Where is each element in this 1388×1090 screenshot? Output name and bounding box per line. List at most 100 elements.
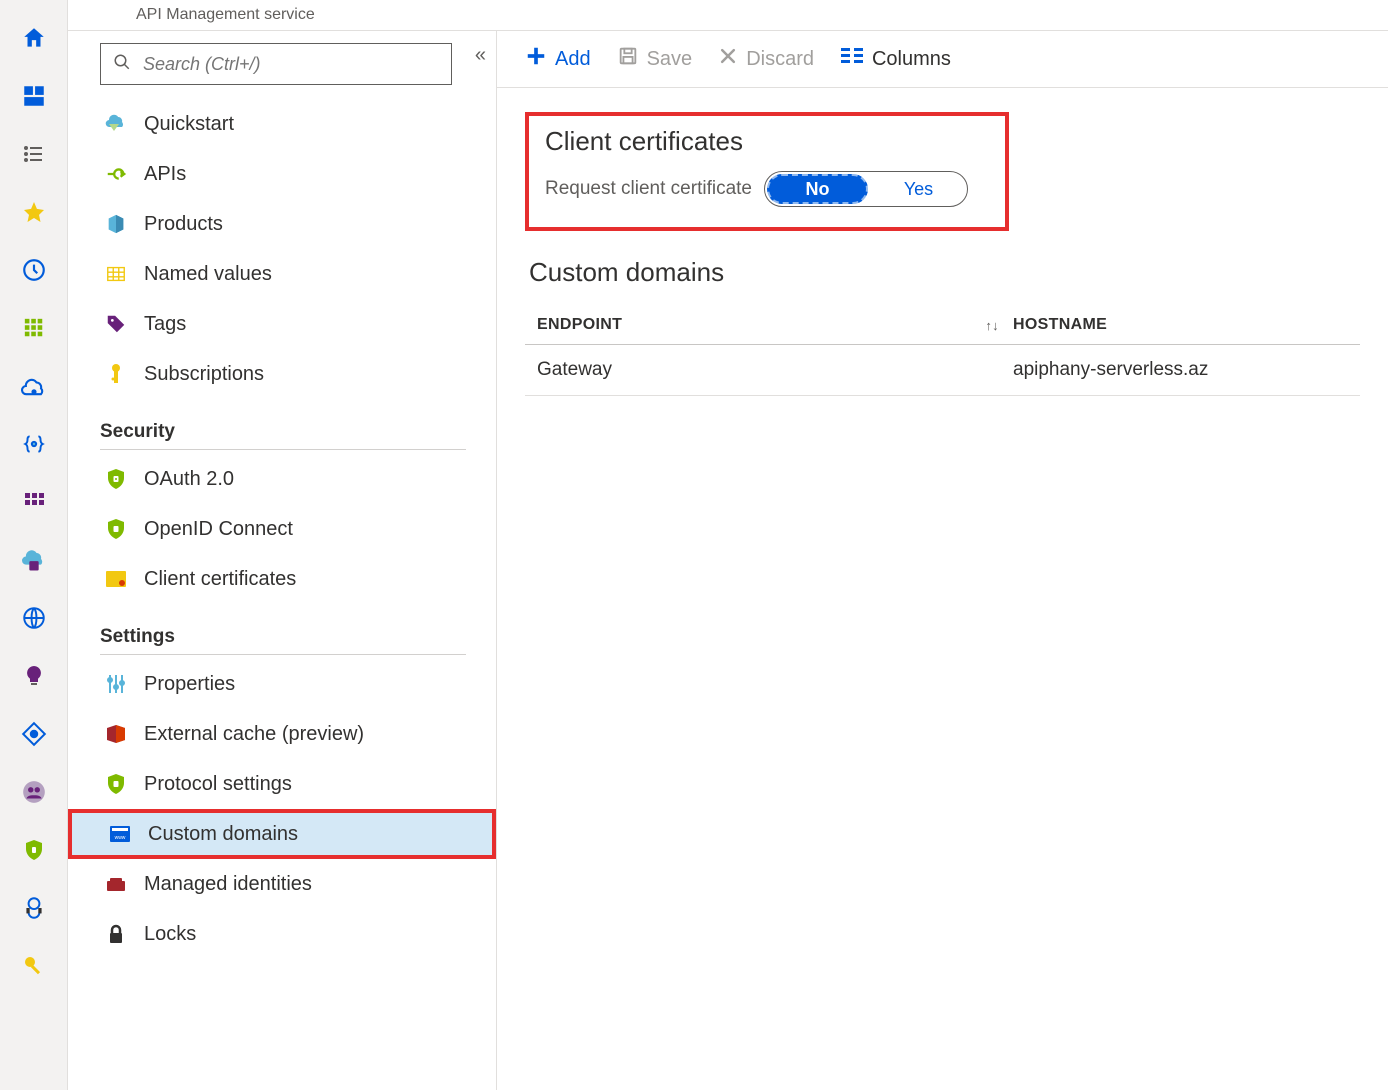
nav-subscriptions[interactable]: Subscriptions — [100, 349, 466, 399]
client-cert-icon — [104, 567, 128, 591]
nav-oauth[interactable]: OAuth 2.0 — [100, 454, 466, 504]
request-cert-toggle[interactable]: No Yes — [764, 171, 968, 207]
people-icon[interactable] — [20, 778, 48, 806]
tags-icon — [104, 312, 128, 336]
toolbar-label: Add — [555, 48, 591, 71]
request-cert-label: Request client certificate — [545, 178, 752, 200]
nav-tags[interactable]: Tags — [100, 299, 466, 349]
clock-icon[interactable] — [20, 256, 48, 284]
columns-icon — [840, 47, 864, 71]
left-icon-rail — [0, 0, 68, 1090]
list-icon[interactable] — [20, 140, 48, 168]
nav-named-values[interactable]: Named values — [100, 249, 466, 299]
custom-domains-icon: www — [108, 822, 132, 846]
nav-label: Managed identities — [144, 873, 312, 896]
resource-nav: Quickstart APIs Products Named values Ta… — [68, 31, 496, 1090]
client-cert-section: Client certificates Request client certi… — [525, 112, 1009, 231]
home-icon[interactable] — [20, 24, 48, 52]
named-values-icon — [104, 262, 128, 286]
col-label: HOSTNAME — [1013, 316, 1107, 333]
col-hostname[interactable]: HOSTNAME — [1013, 316, 1348, 334]
toggle-no[interactable]: No — [767, 174, 868, 204]
nav-label: Quickstart — [144, 113, 234, 136]
nav-label: Locks — [144, 923, 196, 946]
key-icon[interactable] — [20, 952, 48, 980]
nav-search[interactable] — [100, 43, 452, 85]
nav-label: Protocol settings — [144, 773, 292, 796]
diamond-icon[interactable] — [20, 720, 48, 748]
col-endpoint[interactable]: ENDPOINT ↑↓ — [537, 316, 1013, 334]
plus-icon — [525, 45, 547, 73]
nav-label: Subscriptions — [144, 363, 264, 386]
search-input[interactable] — [143, 54, 439, 75]
nav-label: Properties — [144, 673, 235, 696]
dashboard-icon[interactable] — [20, 82, 48, 110]
nav-locks[interactable]: Locks — [100, 909, 466, 959]
apis-icon — [104, 162, 128, 186]
products-icon — [104, 212, 128, 236]
toggle-yes[interactable]: Yes — [870, 172, 967, 206]
nav-section-settings: Settings — [100, 626, 466, 648]
toolbar-label: Columns — [872, 48, 951, 71]
properties-icon — [104, 672, 128, 696]
search-icon — [113, 53, 131, 76]
collapse-nav-icon[interactable]: « — [475, 45, 486, 65]
table-header: ENDPOINT ↑↓ HOSTNAME — [525, 306, 1360, 345]
braces-icon[interactable] — [20, 430, 48, 458]
toolbar-label: Discard — [746, 48, 814, 71]
domains-table: ENDPOINT ↑↓ HOSTNAME Gateway apiphany-se… — [525, 306, 1360, 396]
toolbar: Add Save Discard Columns — [497, 31, 1388, 88]
nav-label: Named values — [144, 263, 272, 286]
nav-quickstart[interactable]: Quickstart — [100, 99, 466, 149]
nav-label: External cache (preview) — [144, 723, 364, 746]
subscriptions-icon — [104, 362, 128, 386]
nav-section-security: Security — [100, 421, 466, 443]
grid-icon[interactable] — [20, 314, 48, 342]
nav-client-certs[interactable]: Client certificates — [100, 554, 466, 604]
support-icon[interactable] — [20, 894, 48, 922]
nav-label: Client certificates — [144, 568, 296, 591]
lightbulb-icon[interactable] — [20, 662, 48, 690]
client-cert-title: Client certificates — [545, 126, 989, 157]
locks-icon — [104, 922, 128, 946]
resource-type-label: API Management service — [136, 6, 315, 24]
cloud-storage-icon[interactable] — [20, 546, 48, 574]
columns-button[interactable]: Columns — [840, 47, 951, 71]
nav-protocol-settings[interactable]: Protocol settings — [100, 759, 466, 809]
sort-icon: ↑↓ — [985, 318, 999, 333]
nav-managed-identities[interactable]: Managed identities — [100, 859, 466, 909]
content-pane: Add Save Discard Columns Client certific… — [496, 30, 1388, 1090]
divider — [100, 449, 466, 450]
identities-icon — [104, 872, 128, 896]
toolbar-label: Save — [647, 48, 693, 71]
cell-hostname: apiphany-serverless.az — [1013, 359, 1348, 381]
nav-label: Tags — [144, 313, 186, 336]
virtual-network-icon[interactable] — [20, 488, 48, 516]
add-button[interactable]: Add — [525, 45, 591, 73]
nav-custom-domains[interactable]: www Custom domains — [68, 809, 496, 859]
cache-icon — [104, 722, 128, 746]
save-icon — [617, 45, 639, 73]
discard-button: Discard — [718, 46, 814, 72]
save-button: Save — [617, 45, 693, 73]
globe-icon[interactable] — [20, 604, 48, 632]
nav-label: Products — [144, 213, 223, 236]
nav-openid[interactable]: OpenID Connect — [100, 504, 466, 554]
nav-external-cache[interactable]: External cache (preview) — [100, 709, 466, 759]
col-label: ENDPOINT — [537, 316, 622, 334]
nav-products[interactable]: Products — [100, 199, 466, 249]
nav-label: APIs — [144, 163, 186, 186]
nav-apis[interactable]: APIs — [100, 149, 466, 199]
resource-header: API Management service — [68, 0, 496, 30]
divider — [100, 654, 466, 655]
nav-label: OpenID Connect — [144, 518, 293, 541]
table-row[interactable]: Gateway apiphany-serverless.az — [525, 345, 1360, 396]
cloud-icon[interactable] — [20, 372, 48, 400]
nav-label: Custom domains — [148, 823, 298, 846]
svg-text:www: www — [115, 835, 126, 841]
oauth-icon — [104, 467, 128, 491]
custom-domains-title: Custom domains — [529, 257, 1360, 288]
star-icon[interactable] — [20, 198, 48, 226]
shield-icon[interactable] — [20, 836, 48, 864]
nav-properties[interactable]: Properties — [100, 659, 466, 709]
